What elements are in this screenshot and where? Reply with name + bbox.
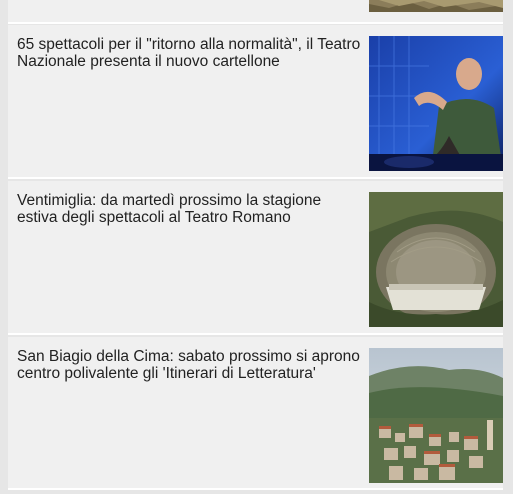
news-card[interactable]: San Biagio della Cima: sabato prossimo s… — [8, 337, 503, 490]
article-thumbnail[interactable] — [369, 192, 503, 327]
article-thumbnail[interactable] — [369, 36, 503, 171]
article-title[interactable]: San Biagio della Cima: sabato prossimo s… — [17, 348, 362, 382]
article-title[interactable]: 65 spettacoli per il "ritorno alla norma… — [17, 36, 362, 70]
article-thumbnail[interactable] — [369, 348, 503, 483]
news-card[interactable] — [8, 0, 503, 24]
article-title[interactable]: Ventimiglia: da martedì prossimo la stag… — [17, 192, 362, 226]
news-feed: 65 spettacoli per il "ritorno alla norma… — [0, 0, 513, 494]
news-card[interactable]: 65 spettacoli per il "ritorno alla norma… — [8, 25, 503, 179]
news-card[interactable]: Ventimiglia: da martedì prossimo la stag… — [8, 181, 503, 335]
article-thumbnail[interactable] — [369, 0, 503, 12]
